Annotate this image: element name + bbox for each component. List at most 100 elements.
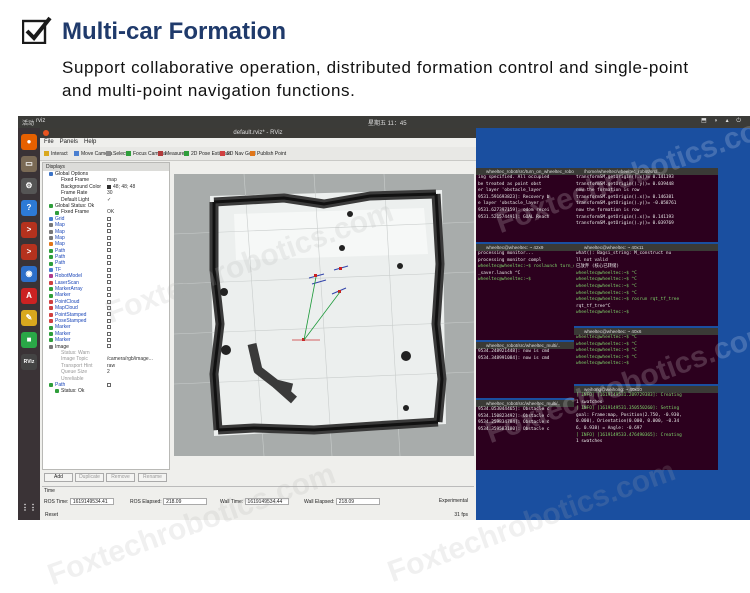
enable-checkbox[interactable] [107, 382, 111, 387]
enable-checkbox[interactable] [107, 280, 111, 285]
wall-time: Wall Time: 1619149534.44 [220, 498, 289, 505]
display-label: Status: Ok [61, 388, 85, 395]
files-icon[interactable]: ▭ [21, 156, 37, 172]
editor-icon[interactable]: ✎ [21, 310, 37, 326]
tool-publish-point[interactable]: Publish Point [250, 151, 286, 157]
firefox-icon[interactable]: ● [21, 134, 37, 150]
terminal-line: ing specified. All occupied [478, 175, 550, 180]
enable-checkbox[interactable] [107, 267, 111, 272]
enable-checkbox[interactable] [107, 254, 111, 259]
wall-elapsed-field[interactable]: 218.09 [335, 498, 380, 505]
enable-checkbox[interactable] [107, 216, 111, 221]
desktop-screenshot: 活动 rviz 星期五 11：45 ⬒ ◗ ▴ ⏻ ● ▭ ⚙? > > ◉ A ✎ ■ RViz… [18, 116, 750, 520]
show-apps-icon[interactable]: ⋮⋮ [21, 500, 37, 516]
duplicate-button[interactable]: Duplicate [75, 473, 104, 482]
terminal-title-bar[interactable]: wheeltec@wheeltec: ~ 42x9 [476, 244, 574, 251]
enable-checkbox[interactable] [107, 248, 111, 253]
display-item[interactable]: Status: Ok [43, 388, 169, 394]
menu-file[interactable]: File [44, 139, 54, 145]
terminal-line: 9531.627397159]: odom recei [478, 207, 550, 213]
terminal-title-bar[interactable]: wheeltec@wheeltec: ~ 40x11 [574, 244, 718, 251]
enable-checkbox[interactable] [107, 344, 111, 349]
menu-panels[interactable]: Panels [60, 139, 78, 145]
terminal-window[interactable]: wheeltec@wheeltec: ~ 40x11 what(): Bagsi_… [574, 244, 718, 326]
enable-checkbox[interactable] [107, 318, 111, 323]
rviz-3d-viewport[interactable] [174, 174, 474, 456]
tool-select[interactable]: Select [106, 151, 127, 157]
enable-checkbox[interactable] [107, 222, 111, 227]
wall-elapsed: Wall Elapsed: 218.09 [304, 498, 380, 505]
menu-help[interactable]: Help [84, 139, 96, 145]
terminal-title-bar[interactable]: wheeltec_robot/src/turn_on_wheeltec_robo… [476, 168, 574, 175]
display-type-icon [49, 172, 53, 177]
rename-button[interactable]: Rename [138, 473, 167, 482]
display-type-icon [55, 210, 59, 215]
time-panel-title: Time [44, 488, 55, 494]
color-swatch[interactable] [107, 184, 111, 189]
clock[interactable]: 星期五 11：45 [368, 118, 407, 127]
enable-checkbox[interactable] [107, 299, 111, 304]
enable-checkbox[interactable] [107, 337, 111, 342]
terminal-window[interactable]: wheeltec_robot/src/turn_on_wheeltec_robo… [476, 168, 574, 242]
settings-icon[interactable]: ⚙ [21, 178, 37, 194]
terminal-window[interactable]: weihong@weihong: ~ 40x10 [ INFO] [1619149… [574, 386, 718, 470]
ros-time-field[interactable]: 1619149534.41 [69, 498, 114, 505]
tool-label: Measure [165, 151, 185, 157]
experimental-checkbox[interactable]: Experimental [439, 498, 468, 504]
add-button[interactable]: Add [44, 473, 73, 482]
terminal-title-bar[interactable]: weihong@weihong: ~ 40x10 [574, 386, 718, 393]
help-icon[interactable]: ? [21, 200, 37, 216]
store-icon[interactable]: A [21, 288, 37, 304]
enable-checkbox[interactable] [107, 306, 111, 310]
enable-checkbox[interactable] [107, 242, 111, 247]
enable-checkbox[interactable] [107, 331, 111, 336]
terminal-line: 1 swatches [576, 439, 603, 445]
enable-checkbox[interactable] [107, 325, 111, 330]
terminal-line: er layer 'obstacle_layer [478, 188, 542, 194]
display-type-icon [49, 306, 53, 311]
system-tray[interactable]: ⬒ ◗ ▴ ⏻ [701, 117, 744, 125]
enable-checkbox[interactable] [107, 261, 111, 266]
terminal-window[interactable]: wheeltec_robot/src/wheeltec_multi/.. 9534… [476, 342, 574, 398]
reset-button[interactable]: Reset [45, 512, 58, 518]
terminal-window[interactable]: wheeltec@wheeltec: ~ 40x6 wheeltec@wheelt… [574, 328, 718, 384]
terminal-window[interactable]: wheeltec_robot/src/wheeltec_multi/.. 9534… [476, 400, 574, 470]
launcher-glyph: RViz [23, 359, 35, 365]
app-green-icon[interactable]: ■ [21, 332, 37, 348]
enable-checkbox[interactable] [107, 293, 111, 298]
terminal-line: 9534.259834784]: Obstacle c [478, 420, 550, 426]
tool-measure[interactable]: Measure [158, 151, 184, 157]
app-icon[interactable]: ◉ [21, 266, 37, 282]
tool-interact[interactable]: Interact [44, 151, 68, 157]
ros-elapsed-field[interactable]: 218.09 [163, 498, 208, 505]
enable-checkbox[interactable] [107, 274, 111, 279]
enable-checkbox[interactable] [107, 312, 111, 317]
enable-checkbox[interactable] [107, 235, 111, 240]
terminal-icon-2[interactable]: > [21, 244, 37, 260]
activities-button[interactable]: 活动 [22, 118, 34, 127]
close-icon[interactable] [43, 130, 49, 136]
display-type-icon [49, 319, 53, 324]
terminal-line: transformSM.getOrigin().y()= 0.039769 [576, 221, 674, 227]
page-header: Multi-car Formation Support collaborativ… [0, 0, 750, 112]
enable-checkbox[interactable] [107, 229, 111, 234]
active-app-label[interactable]: rviz [36, 118, 45, 124]
terminal-title-bar[interactable]: /home/wheeltec/wheeltec_robot/src/.. [574, 168, 718, 175]
wall-time-field[interactable]: 1619149534.44 [244, 498, 289, 505]
terminal-icon-1[interactable]: > [21, 222, 37, 238]
terminal-title-bar[interactable]: wheeltec_robot/src/wheeltec_multi/.. [476, 400, 574, 407]
tool-label: Select [113, 151, 127, 157]
remove-button[interactable]: Remove [106, 473, 135, 482]
display-type-icon [49, 280, 53, 285]
enable-checkbox[interactable] [107, 286, 111, 291]
terminal-window[interactable]: /home/wheeltec/wheeltec_robot/src/..tran… [574, 168, 718, 242]
terminal-line: [ INFO] [1619149531.350550260]: Setting [576, 406, 680, 412]
terminal-window[interactable]: wheeltec@wheeltec: ~ 42x9 processing moni… [476, 244, 574, 340]
terminal-title-bar[interactable]: wheeltec_robot/src/wheeltec_multi/.. [476, 342, 574, 349]
fps-readout: 31 fps [454, 512, 468, 518]
display-type-icon [49, 268, 53, 273]
launcher-glyph: ⚙ [25, 181, 33, 190]
display-type-icon [49, 229, 53, 234]
rviz-icon[interactable]: RViz [21, 354, 37, 370]
terminal-title-bar[interactable]: wheeltec@wheeltec: ~ 40x6 [574, 328, 718, 335]
